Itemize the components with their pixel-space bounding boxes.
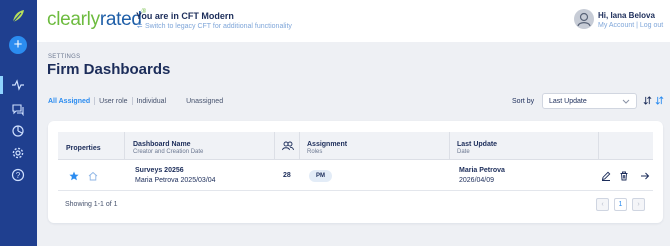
star-filled-icon[interactable] [69, 171, 79, 181]
col-name-sublabel: Creator and Creation Date [133, 149, 204, 155]
tab-divider [131, 97, 133, 105]
dashboard-name[interactable]: Surveys 20256 [135, 167, 184, 174]
sidebar: + ? [0, 0, 37, 246]
sort-order-icon[interactable] [643, 96, 652, 105]
filter-tabs: All Assigned User role Individual Unassi… [48, 97, 223, 105]
pie-chart-icon[interactable] [11, 124, 25, 138]
page-number-button[interactable]: 1 [614, 198, 627, 211]
help-icon[interactable]: ? [11, 168, 25, 182]
pagination-summary: Showing 1-1 of 1 [65, 201, 118, 208]
tab-user-role[interactable]: User role [99, 98, 127, 105]
users-count: 28 [283, 172, 291, 179]
sort-label: Sort by [512, 98, 535, 105]
col-name-label: Dashboard Name [133, 141, 191, 148]
chevron-down-icon [622, 99, 630, 104]
users-icon [282, 141, 294, 151]
activity-icon[interactable] [11, 78, 25, 92]
switch-icon [136, 23, 143, 28]
tab-divider [94, 97, 96, 105]
col-assignment-sublabel: Roles [307, 149, 323, 155]
account-logout-links[interactable]: My Account | Log out [598, 22, 663, 29]
avatar[interactable] [574, 9, 594, 29]
breadcrumb: SETTINGS [48, 54, 81, 60]
next-page-button[interactable]: › [632, 198, 645, 211]
switch-legacy-link[interactable]: Switch to legacy CFT for additional func… [136, 22, 292, 30]
updated-by: Maria Petrova [459, 167, 505, 174]
prev-page-button[interactable]: ‹ [596, 198, 609, 211]
cft-mode-title: You are in CFT Modern [136, 11, 234, 21]
table-row[interactable]: Surveys 20256 Maria Petrova 2025/03/04 2… [58, 161, 653, 191]
creator-date: Maria Petrova 2025/03/04 [135, 177, 216, 184]
tab-individual[interactable]: Individual [137, 98, 167, 105]
user-greeting: Hi, Iana Belova [598, 11, 655, 20]
user-avatar-icon [577, 12, 591, 27]
sort-value: Last Update [549, 98, 587, 105]
updated-date: 2026/04/09 [459, 177, 495, 184]
tab-unassigned[interactable]: Unassigned [186, 98, 223, 105]
sort-direction-icon[interactable] [655, 96, 664, 105]
svg-text:?: ? [16, 171, 21, 180]
table-header: Properties Dashboard Name Creator and Cr… [58, 132, 653, 160]
edit-icon[interactable] [601, 171, 611, 181]
col-update-sublabel: Date [457, 149, 470, 155]
role-badge: PM [309, 170, 332, 182]
gear-icon[interactable] [11, 146, 25, 160]
home-icon[interactable] [88, 171, 98, 181]
add-button[interactable]: + [9, 36, 27, 54]
page-title: Firm Dashboards [47, 61, 171, 78]
col-properties-label: Properties [66, 145, 101, 152]
arrow-right-icon[interactable] [640, 171, 650, 181]
brand-name-part1: clearly [47, 9, 100, 30]
tab-all-assigned[interactable]: All Assigned [48, 98, 90, 105]
chat-icon[interactable] [11, 102, 25, 116]
sort-select[interactable]: Last Update [542, 93, 637, 109]
dashboards-table-card: Properties Dashboard Name Creator and Cr… [48, 121, 663, 223]
switch-legacy-text: Switch to legacy CFT for additional func… [144, 23, 292, 30]
col-update-label: Last Update [457, 141, 498, 148]
col-assignment-label: Assignment [307, 141, 348, 148]
delete-icon[interactable] [619, 171, 629, 181]
logo-leaf-icon[interactable] [10, 8, 26, 24]
active-indicator [0, 76, 3, 94]
top-header: clearlyrated® You are in CFT Modern Swit… [37, 0, 670, 42]
brand-logo[interactable]: clearlyrated® [47, 9, 146, 31]
